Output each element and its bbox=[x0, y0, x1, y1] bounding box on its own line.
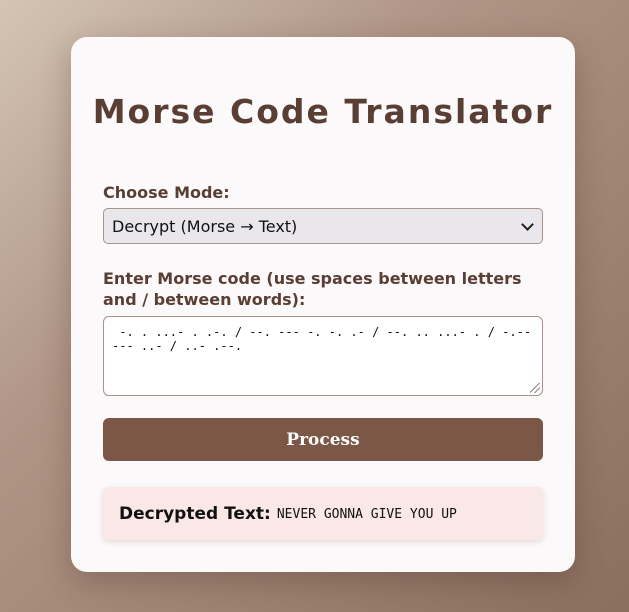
resize-handle-icon[interactable] bbox=[530, 383, 540, 393]
page-title: Morse Code Translator bbox=[92, 92, 554, 131]
input-label: Enter Morse code (use spaces between let… bbox=[103, 269, 522, 309]
translator-card: Morse Code Translator Choose Mode: Decry… bbox=[71, 37, 575, 572]
chevron-down-icon bbox=[521, 217, 534, 231]
mode-select[interactable]: Decrypt (Morse → Text) bbox=[103, 208, 543, 244]
result-value: NEVER GONNA GIVE YOU UP bbox=[276, 507, 457, 522]
process-button[interactable]: Process bbox=[103, 418, 543, 461]
morse-input[interactable]: -. . ...- . .-. / --. --- -. -. .- / --.… bbox=[103, 316, 543, 396]
result-box: Decrypted Text: NEVER GONNA GIVE YOU UP bbox=[103, 487, 543, 540]
mode-selected-value: Decrypt (Morse → Text) bbox=[112, 216, 298, 236]
morse-input-value: -. . ...- . .-. / --. --- -. -. .- / --.… bbox=[112, 325, 539, 353]
result-label: Decrypted Text: bbox=[119, 503, 271, 524]
mode-label: Choose Mode: bbox=[103, 183, 230, 202]
